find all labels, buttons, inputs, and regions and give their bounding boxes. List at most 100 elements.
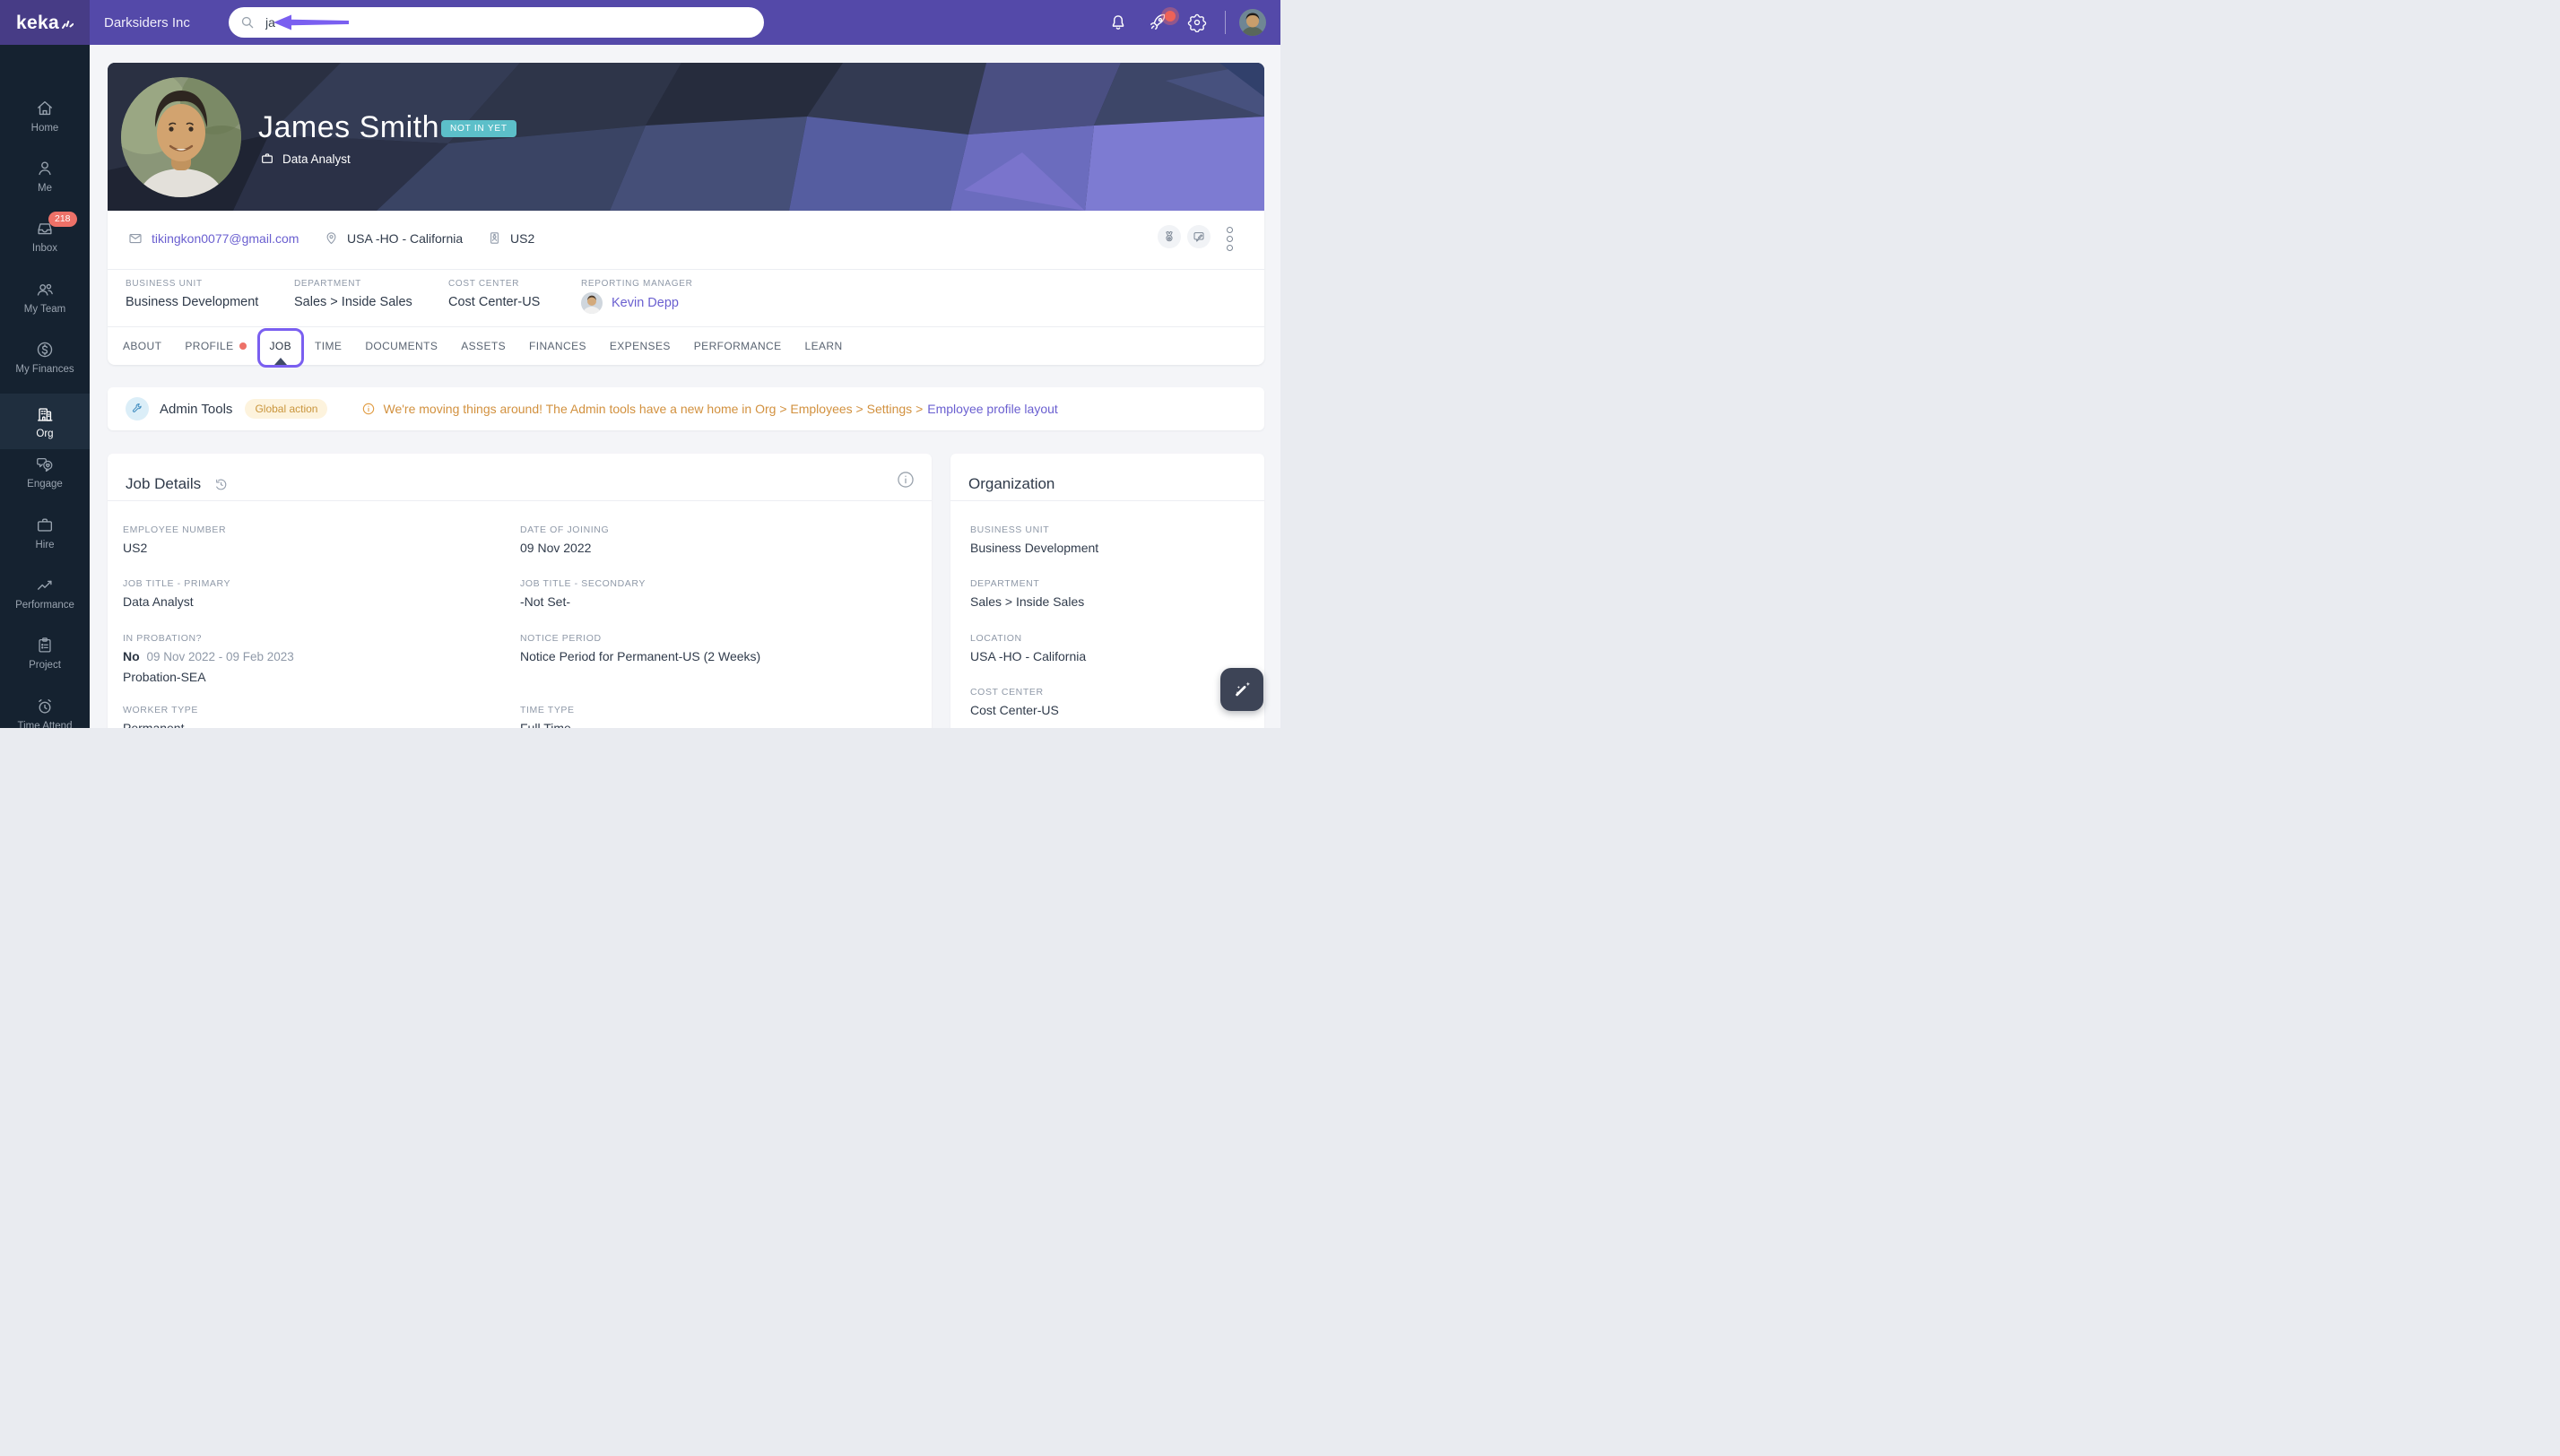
manager-name-link[interactable]: Kevin Depp <box>612 296 679 310</box>
manager-avatar[interactable] <box>581 292 603 314</box>
sidebar-item-engage[interactable]: Engage <box>0 455 90 490</box>
sidebar-item-project[interactable]: Project <box>0 636 90 671</box>
briefcase-icon <box>35 516 55 535</box>
more-options-kebab[interactable] <box>1227 227 1233 251</box>
admin-tools-title: Admin Tools <box>160 402 232 417</box>
magic-assistant-button[interactable] <box>1220 668 1263 711</box>
admin-wrench-icon <box>126 397 149 420</box>
field-notice-period: NOTICE PERIOD Notice Period for Permanen… <box>520 633 760 663</box>
admin-tools-banner: Admin Tools Global action We're moving t… <box>108 387 1264 430</box>
employee-profile-layout-link[interactable]: Employee profile layout <box>927 402 1058 416</box>
summary-department: DEPARTMENT Sales > Inside Sales <box>294 279 412 309</box>
tab-assets[interactable]: ASSETS <box>461 327 506 365</box>
tab-profile[interactable]: PROFILE <box>185 327 246 365</box>
tab-expenses[interactable]: EXPENSES <box>610 327 671 365</box>
magic-wand-icon <box>1230 678 1254 701</box>
email-icon <box>127 230 143 247</box>
history-icon[interactable] <box>213 477 229 492</box>
job-details-title: Job Details <box>126 475 201 493</box>
summary-cost-center: COST CENTER Cost Center-US <box>448 279 540 309</box>
field-job-title-primary: JOB TITLE - PRIMARY Data Analyst <box>123 578 230 609</box>
topbar-divider <box>1225 11 1226 34</box>
summary-reporting-manager: REPORTING MANAGER Kevin Depp <box>581 279 693 314</box>
settings-gear-icon[interactable] <box>1187 13 1207 32</box>
card-divider <box>950 500 1264 501</box>
attendance-status-badge: NOT IN YET <box>441 120 516 137</box>
tab-time[interactable]: TIME <box>315 327 342 365</box>
keka-logo-sparks <box>61 15 74 30</box>
organization-title: Organization <box>968 475 1054 493</box>
global-search[interactable] <box>229 7 764 38</box>
sidebar-label: Hire <box>35 540 54 550</box>
tab-learn[interactable]: LEARN <box>805 327 843 365</box>
people-icon <box>35 280 55 299</box>
sidebar-label: Me <box>38 183 52 194</box>
main-sidebar: Home Me 218 Inbox My Team My Finances Or… <box>0 45 90 728</box>
notifications-bell-icon[interactable] <box>1108 13 1128 32</box>
organization-card: Organization BUSINESS UNIT Business Deve… <box>950 454 1264 728</box>
tab-about[interactable]: ABOUT <box>123 327 161 365</box>
email-row: tikingkon0077@gmail.com <box>127 230 299 247</box>
message-edit-icon <box>1192 230 1206 244</box>
profile-summary-card: tikingkon0077@gmail.com USA -HO - Califo… <box>108 211 1264 365</box>
sidebar-item-home[interactable]: Home <box>0 99 90 134</box>
praise-medal-button[interactable] <box>1158 225 1181 248</box>
employee-location: USA -HO - California <box>347 231 463 246</box>
active-tab-indicator <box>274 358 287 365</box>
org-field-cost-center: COST CENTER Cost Center-US <box>970 687 1059 717</box>
job-details-info-icon[interactable] <box>896 470 916 490</box>
rocket-notification-dot <box>1161 7 1179 25</box>
sidebar-label: Org <box>36 429 53 439</box>
job-briefcase-icon <box>260 152 274 166</box>
employee-job-title: Data Analyst <box>282 152 351 166</box>
person-icon <box>35 159 55 178</box>
dollar-circle-icon <box>35 340 55 360</box>
sidebar-item-time-attend[interactable]: Time Attend <box>0 697 90 728</box>
sidebar-item-my-team[interactable]: My Team <box>0 280 90 315</box>
employee-id-row: US2 <box>487 230 534 246</box>
sidebar-label: Engage <box>27 479 63 490</box>
sidebar-item-inbox[interactable]: 218 Inbox <box>0 219 90 254</box>
company-name: Darksiders Inc <box>104 0 190 45</box>
sidebar-item-performance[interactable]: Performance <box>0 576 90 611</box>
search-input[interactable] <box>264 14 447 30</box>
employee-id: US2 <box>510 231 534 246</box>
feedback-button[interactable] <box>1187 225 1211 248</box>
inbox-count-badge: 218 <box>48 212 77 227</box>
job-details-card: Job Details EMPLOYEE NUMBER US2 DATE OF … <box>108 454 932 728</box>
org-building-icon <box>35 404 55 424</box>
sidebar-item-org[interactable]: Org <box>0 394 90 449</box>
employee-photo[interactable] <box>121 77 241 197</box>
admin-notice-text: We're moving things around! The Admin to… <box>383 402 923 416</box>
keka-logo-text: keka <box>16 13 59 32</box>
sidebar-item-hire[interactable]: Hire <box>0 516 90 550</box>
location-pin-icon <box>324 230 339 246</box>
sidebar-label: My Team <box>24 304 65 315</box>
sidebar-item-my-finances[interactable]: My Finances <box>0 340 90 375</box>
profile-alert-dot <box>239 342 247 350</box>
tab-job[interactable]: JOB <box>270 327 292 365</box>
org-field-business-unit: BUSINESS UNIT Business Development <box>970 524 1098 555</box>
sidebar-label: My Finances <box>15 364 74 375</box>
user-avatar[interactable] <box>1239 9 1266 36</box>
field-employee-number: EMPLOYEE NUMBER US2 <box>123 524 226 555</box>
field-in-probation: IN PROBATION? No 09 Nov 2022 - 09 Feb 20… <box>123 633 294 684</box>
tab-documents[interactable]: DOCUMENTS <box>365 327 438 365</box>
field-date-of-joining: DATE OF JOINING 09 Nov 2022 <box>520 524 609 555</box>
field-time-type: TIME TYPE Full Time <box>520 705 575 728</box>
tab-performance[interactable]: PERFORMANCE <box>694 327 782 365</box>
clipboard-icon <box>35 636 55 655</box>
field-worker-type: WORKER TYPE Permanent <box>123 705 198 728</box>
medal-icon <box>1162 230 1176 244</box>
sidebar-label: Project <box>29 660 61 671</box>
tab-finances[interactable]: FINANCES <box>529 327 586 365</box>
profile-banner: James Smith NOT IN YET Data Analyst <box>108 63 1264 211</box>
keka-app-window: keka Darksiders Inc <box>0 0 1280 728</box>
keka-logo[interactable]: keka <box>0 0 90 45</box>
sidebar-label: Performance <box>15 600 74 611</box>
employee-email-link[interactable]: tikingkon0077@gmail.com <box>152 231 299 246</box>
home-icon <box>35 99 55 118</box>
sidebar-label: Home <box>31 123 59 134</box>
location-row: USA -HO - California <box>324 230 463 246</box>
sidebar-item-me[interactable]: Me <box>0 159 90 194</box>
